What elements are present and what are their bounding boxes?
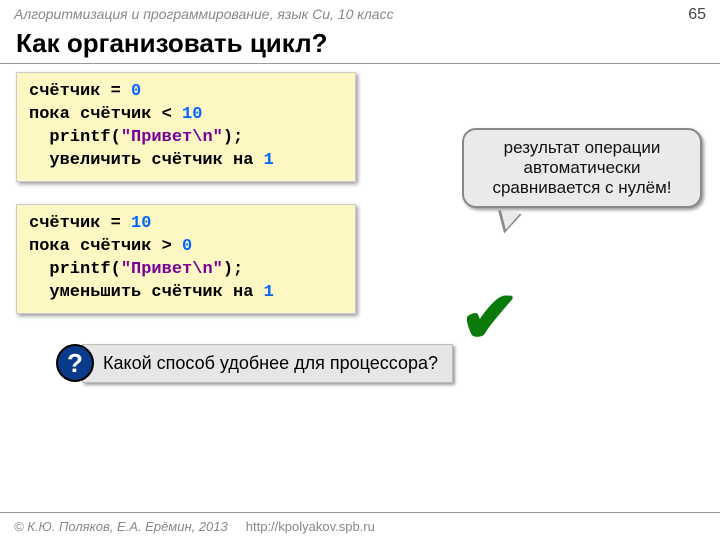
question-box: Какой способ удобнее для процессора? — [82, 344, 453, 383]
footer-authors: © К.Ю. Поляков, Е.А. Ерёмин, 2013 — [14, 519, 228, 534]
code-text: увеличить счётчик на — [29, 151, 264, 170]
code-number: 0 — [182, 237, 192, 256]
callout-tail — [494, 210, 521, 236]
slide-header: Алгоритмизация и программирование, язык … — [0, 0, 720, 26]
slide-content: счётчик = 0 пока счётчик < 10 printf("Пр… — [0, 72, 720, 383]
code-number: 1 — [264, 151, 274, 170]
question-icon: ? — [56, 344, 94, 382]
code-text: счётчик = — [29, 82, 131, 101]
code-text: счётчик = — [29, 214, 131, 233]
question-text: Какой способ удобнее для процессора? — [103, 353, 438, 373]
code-block-increment: счётчик = 0 пока счётчик < 10 printf("Пр… — [16, 72, 356, 182]
code-text: пока счётчик < — [29, 105, 182, 124]
slide-title: Как организовать цикл? — [0, 26, 720, 63]
code-text: printf( — [29, 128, 121, 147]
code-number: 0 — [131, 82, 141, 101]
code-text: уменьшить счётчик на — [29, 283, 264, 302]
slide-footer: © К.Ю. Поляков, Е.А. Ерёмин, 2013 http:/… — [0, 512, 720, 540]
course-label: Алгоритмизация и программирование, язык … — [14, 6, 394, 22]
code-text: пока счётчик > — [29, 237, 182, 256]
code-number: 1 — [264, 283, 274, 302]
callout-bubble: результат операции автоматически сравнив… — [462, 128, 702, 208]
question-row: ? Какой способ удобнее для процессора? — [56, 344, 704, 383]
title-divider — [0, 63, 720, 64]
callout-text: результат операции автоматически сравнив… — [492, 138, 671, 197]
page-number: 65 — [688, 6, 706, 24]
code-text: ); — [223, 128, 243, 147]
footer-url: http://kpolyakov.spb.ru — [246, 519, 375, 534]
code-string: "Привет\n" — [121, 128, 223, 147]
code-text: printf( — [29, 260, 121, 279]
code-block-decrement: счётчик = 10 пока счётчик > 0 printf("Пр… — [16, 204, 356, 314]
code-text: ); — [223, 260, 243, 279]
code-number: 10 — [182, 105, 202, 124]
code-string: "Привет\n" — [121, 260, 223, 279]
code-number: 10 — [131, 214, 151, 233]
